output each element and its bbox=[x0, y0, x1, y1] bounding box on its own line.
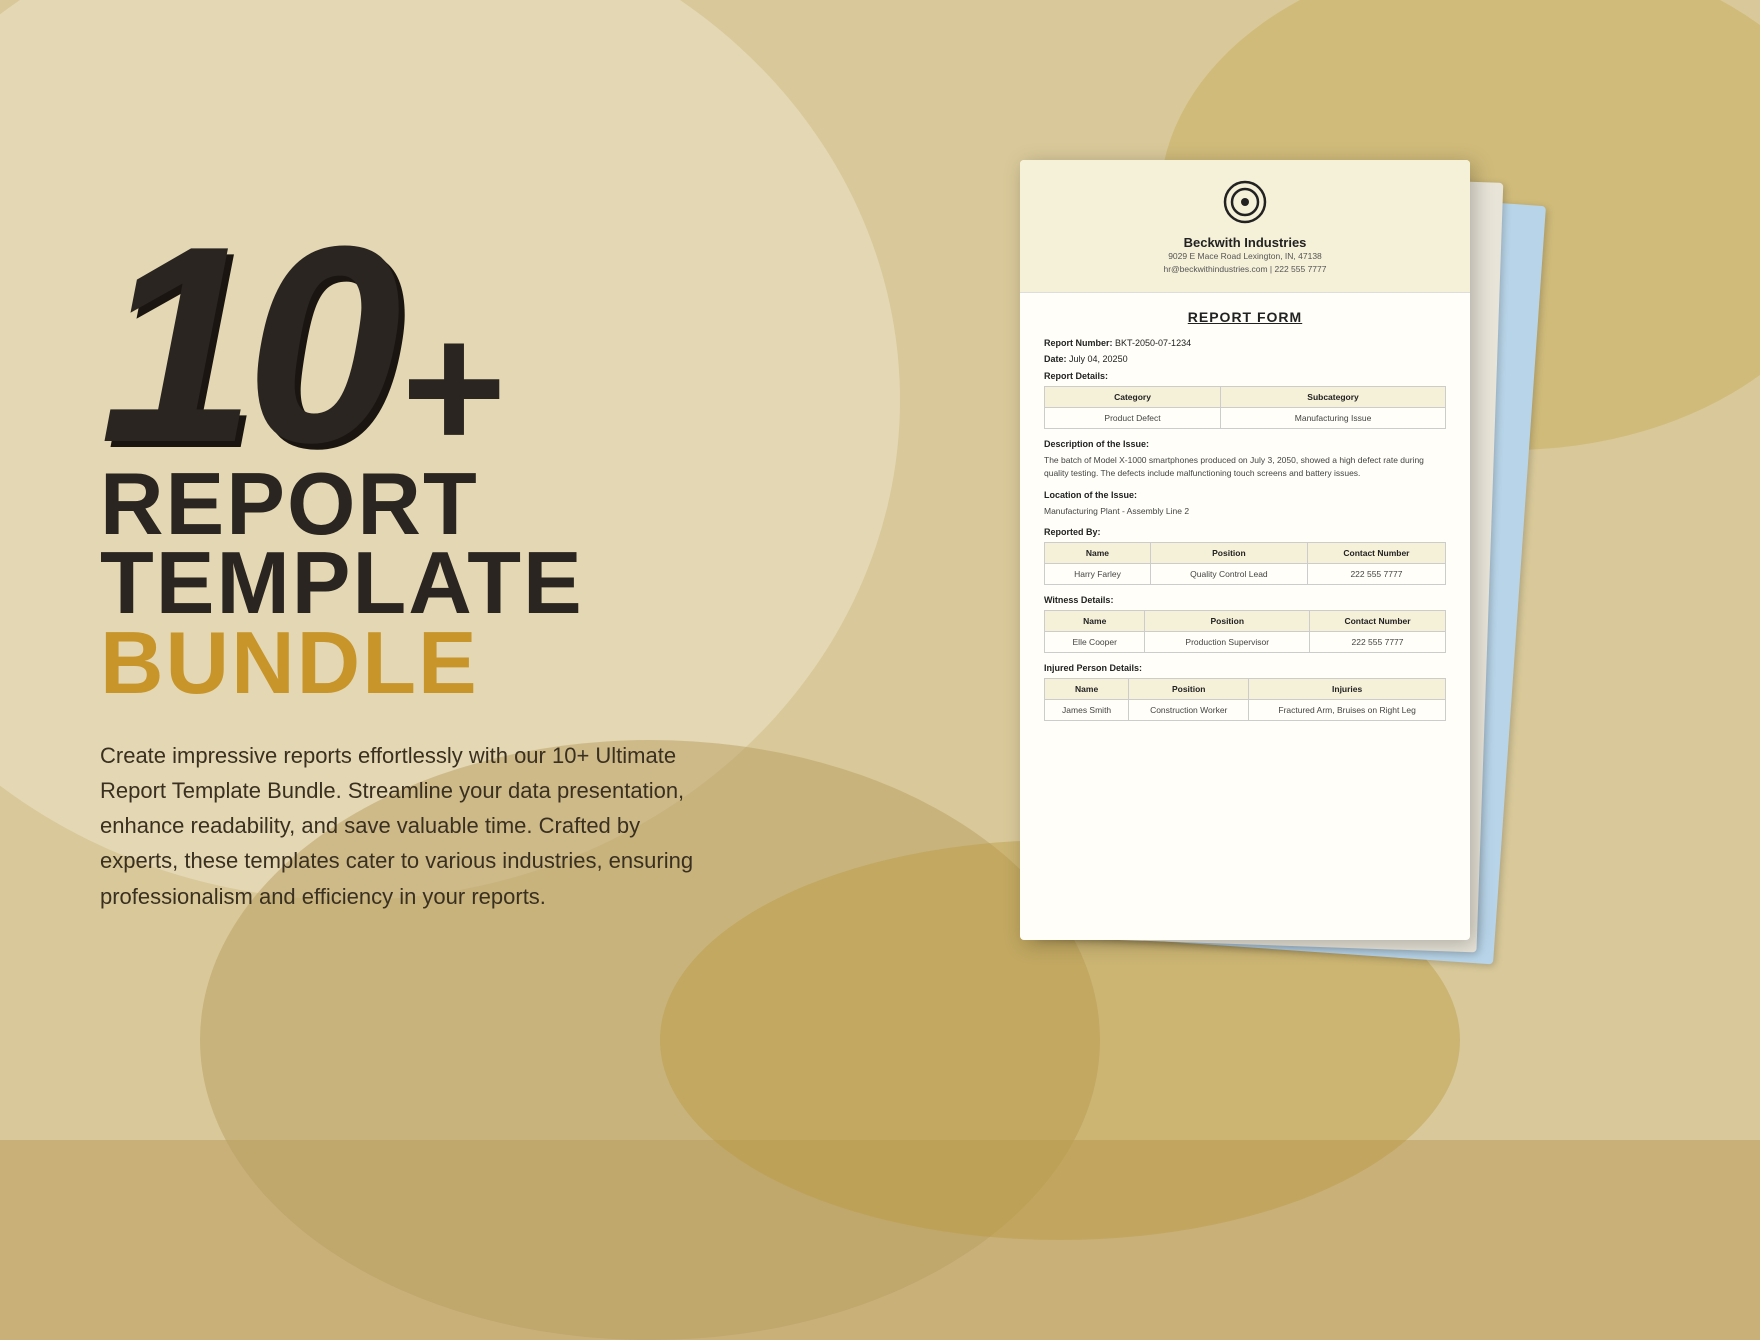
wit-contact: 222 555 7777 bbox=[1310, 632, 1446, 653]
date-row: Date: July 04, 20250 bbox=[1044, 353, 1446, 367]
inj-injuries: Fractured Arm, Bruises on Right Leg bbox=[1249, 700, 1446, 721]
cat-header-2: Subcategory bbox=[1221, 387, 1446, 408]
injured-table: Name Position Injuries James Smith Const… bbox=[1044, 678, 1446, 721]
location-label: Location of the Issue: bbox=[1044, 490, 1446, 500]
report-number-label: Report Number: bbox=[1044, 338, 1113, 348]
table-row: Product Defect Manufacturing Issue bbox=[1045, 408, 1446, 429]
witness-label: Witness Details: bbox=[1044, 595, 1446, 605]
big-number: 10 bbox=[100, 226, 391, 464]
inj-position: Construction Worker bbox=[1129, 700, 1249, 721]
wit-position: Production Supervisor bbox=[1145, 632, 1310, 653]
document-stack: Beckwith Industries 9029 E Mace Road Lex… bbox=[1020, 160, 1500, 980]
big-number-row: 10 + bbox=[100, 226, 840, 464]
plus-sign: + bbox=[401, 311, 506, 464]
template-line: TEMPLATE BUNDLE bbox=[100, 543, 840, 701]
report-details-label: Report Details: bbox=[1044, 370, 1446, 384]
company-name: Beckwith Industries bbox=[1050, 235, 1440, 250]
doc-body: REPORT FORM Report Number: BKT-2050-07-1… bbox=[1020, 293, 1470, 748]
wit-header-2: Position bbox=[1145, 611, 1310, 632]
main-document: Beckwith Industries 9029 E Mace Road Lex… bbox=[1020, 160, 1470, 940]
description-text: Create impressive reports effortlessly w… bbox=[100, 738, 720, 914]
witness-table: Name Position Contact Number Elle Cooper… bbox=[1044, 610, 1446, 653]
doc-title: REPORT FORM bbox=[1044, 309, 1446, 325]
report-number-value: BKT-2050-07-1234 bbox=[1115, 338, 1191, 348]
report-line: REPORT bbox=[100, 464, 840, 543]
company-contact: hr@beckwithindustries.com | 222 555 7777 bbox=[1050, 263, 1440, 276]
reported-by-label: Reported By: bbox=[1044, 527, 1446, 537]
categories-table: Category Subcategory Product Defect Manu… bbox=[1044, 386, 1446, 429]
wit-header-1: Name bbox=[1045, 611, 1145, 632]
inj-header-1: Name bbox=[1045, 679, 1129, 700]
doc-header: Beckwith Industries 9029 E Mace Road Lex… bbox=[1020, 160, 1470, 293]
table-row: James Smith Construction Worker Fracture… bbox=[1045, 700, 1446, 721]
description-label: Description of the Issue: bbox=[1044, 439, 1446, 449]
subcategory-cell: Manufacturing Issue bbox=[1221, 408, 1446, 429]
rep-header-1: Name bbox=[1045, 543, 1151, 564]
inj-name: James Smith bbox=[1045, 700, 1129, 721]
report-number-row: Report Number: BKT-2050-07-1234 bbox=[1044, 337, 1446, 351]
wit-header-3: Contact Number bbox=[1310, 611, 1446, 632]
table-row: Elle Cooper Production Supervisor 222 55… bbox=[1045, 632, 1446, 653]
company-address: 9029 E Mace Road Lexington, IN, 47138 bbox=[1050, 250, 1440, 263]
inj-header-2: Position bbox=[1129, 679, 1249, 700]
left-panel: 10 + REPORT TEMPLATE BUNDLE Create impre… bbox=[60, 0, 880, 1140]
inj-header-3: Injuries bbox=[1249, 679, 1446, 700]
injured-label: Injured Person Details: bbox=[1044, 663, 1446, 673]
category-cell: Product Defect bbox=[1045, 408, 1221, 429]
bundle-text: BUNDLE bbox=[100, 613, 479, 712]
wit-name: Elle Cooper bbox=[1045, 632, 1145, 653]
date-value: July 04, 20250 bbox=[1069, 354, 1128, 364]
report-details-text: Report Details: bbox=[1044, 371, 1108, 381]
rep-contact: 222 555 7777 bbox=[1307, 564, 1445, 585]
rep-position: Quality Control Lead bbox=[1150, 564, 1307, 585]
rep-header-3: Contact Number bbox=[1307, 543, 1445, 564]
table-row: Harry Farley Quality Control Lead 222 55… bbox=[1045, 564, 1446, 585]
date-label: Date: bbox=[1044, 354, 1067, 364]
reported-by-table: Name Position Contact Number Harry Farle… bbox=[1044, 542, 1446, 585]
right-panel: Beckwith Industries 9029 E Mace Road Lex… bbox=[860, 0, 1760, 1140]
cat-header-1: Category bbox=[1045, 387, 1221, 408]
description-content: The batch of Model X-1000 smartphones pr… bbox=[1044, 454, 1446, 480]
rep-header-2: Position bbox=[1150, 543, 1307, 564]
rep-name: Harry Farley bbox=[1045, 564, 1151, 585]
location-content: Manufacturing Plant - Assembly Line 2 bbox=[1044, 505, 1446, 518]
company-logo-icon bbox=[1223, 180, 1267, 224]
